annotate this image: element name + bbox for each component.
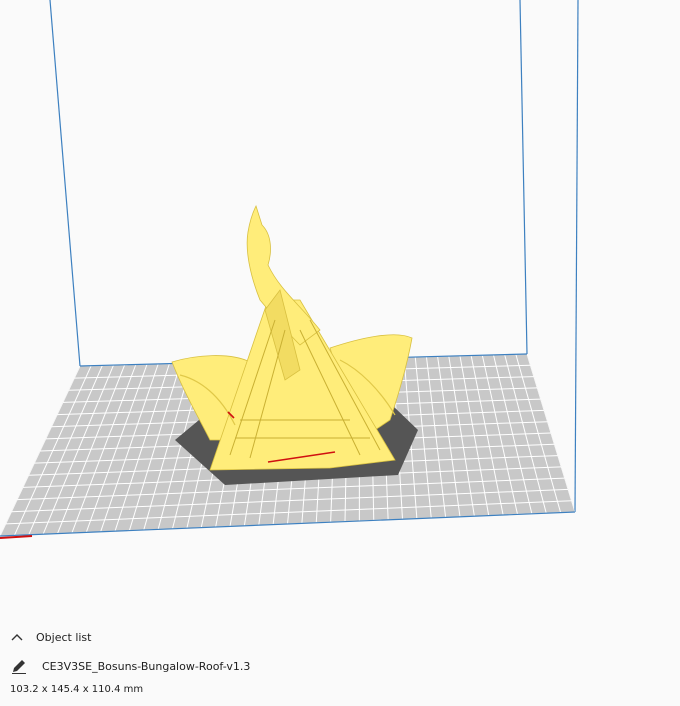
object-panel: Object list CE3V3SE_Bosuns-Bungalow-Roof… — [0, 620, 680, 706]
chevron-up-icon — [10, 630, 24, 644]
object-list-label: Object list — [36, 630, 92, 644]
object-list-toggle[interactable]: Object list — [10, 628, 91, 646]
object-name[interactable]: CE3V3SE_Bosuns-Bungalow-Roof-v1.3 — [42, 660, 250, 673]
build-volume-edge — [519, 0, 528, 355]
build-volume-edge — [49, 0, 81, 367]
build-volume-edge — [574, 0, 579, 513]
scene-canvas[interactable] — [0, 0, 680, 706]
model[interactable] — [171, 204, 413, 471]
object-dimensions: 103.2 x 145.4 x 110.4 mm — [10, 684, 144, 695]
object-row: CE3V3SE_Bosuns-Bungalow-Roof-v1.3 — [10, 656, 250, 676]
pencil-icon[interactable] — [10, 657, 28, 675]
3d-viewport[interactable] — [0, 0, 680, 706]
